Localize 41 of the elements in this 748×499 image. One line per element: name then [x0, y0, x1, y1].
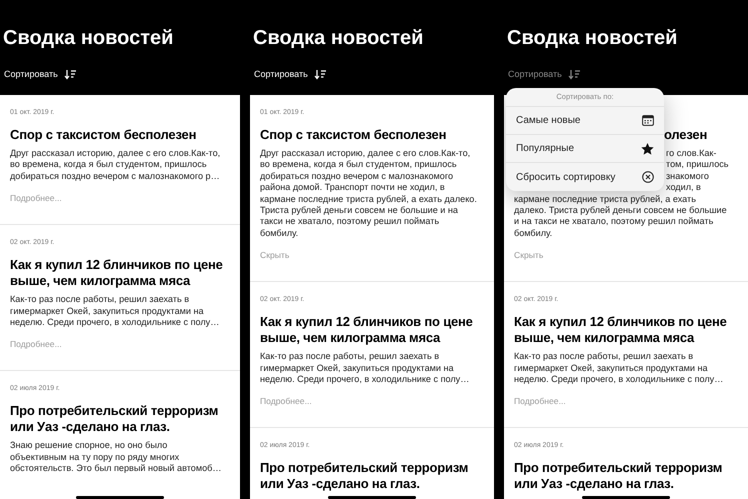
article-text: Как-то раз после работы, решил заехать в гимермаркет Окей, закупиться продуктами на неделю. Среди прочего, в холодильнике с полу… [260, 351, 470, 386]
screen-title: Сводка новостей [507, 26, 678, 51]
article-text-line: и на такси не хватало, поэтому решил поймать [514, 216, 714, 228]
article-text-line: том, пришлось [666, 159, 729, 171]
menu-item[interactable]: Сбросить сортировку [506, 163, 664, 191]
article-title: Как я купил 12 блинчиков по цене выше, чем килограмма мяса [514, 314, 728, 346]
article-text: Как-то раз после работы, решил заехать в гимермаркет Окей, закупиться продуктами на неделю. Среди прочего, в холодильнике с полу… [514, 351, 724, 386]
sort-label[interactable]: Сортировать [254, 67, 308, 81]
screen-title: Сводка новостей [253, 26, 424, 51]
article-text-line: далеко. Триста рублей деньги совсем не большие [514, 205, 727, 216]
article-title: Как я купил 12 блинчиков по цене выше, чем килограмма мяса [10, 257, 224, 290]
sort-label[interactable]: Сортировать [4, 67, 58, 81]
article-text-line: ходил, в [666, 182, 701, 194]
sort-icon [314, 68, 327, 80]
article-title: Спор с таксистом бесполезен [260, 127, 448, 143]
article-text: Знаю решение спорное, но оно было объективным на ту пору по ряду многих обстоятельств. Это был первый новый автомоб… [10, 440, 222, 475]
article-text-line: бомбилу. [514, 228, 552, 240]
menu-item-label: Популярные [516, 142, 574, 156]
article-text-line: го слов.Как- [666, 148, 716, 160]
menu-item-label: Самые новые [516, 114, 580, 128]
article-title: Как я купил 12 блинчиков по цене выше, чем килограмма мяса [260, 314, 474, 346]
screen-title: Сводка новостей [3, 26, 174, 51]
calendar-icon [642, 115, 654, 126]
sort-icon [64, 68, 77, 80]
article-text-line: кармане последние триста рублей, а ехать [514, 194, 696, 206]
article-text: Друг рассказал историю, далее с его слов.Как-то, во времена, когда я был студентом, пришлось добираться поздно вечером с малознакомого р… [10, 148, 222, 182]
star-icon [641, 142, 654, 154]
menu-item-label: Сбросить сортировку [516, 170, 616, 184]
menu-item[interactable]: Самые новые [506, 107, 664, 135]
article-title: Про потребительский терроризм или Уаз -сделано на глаз. [514, 460, 724, 492]
article-title: Про потребительский терроризм или Уаз -сделано на глаз. [260, 460, 470, 492]
sort-label[interactable]: Сортировать [508, 67, 562, 81]
article-title: Про потребительский терроризм или Уаз -сделано на глаз. [10, 403, 220, 436]
sort-icon [568, 68, 581, 80]
article-text: Друг рассказал историю, далее с его слов.Как-то, во времена, когда я был студентом, пришлось добираться поздно вечером с малознакомого района домой. Транспорт почти не ходил, в кармане последние триста рублей, а ехать далеко. Триста рублей деньги совсем не большие и на такси не хватало, поэтому решил поймать бомбилу. [260, 148, 478, 240]
article-title: олезен [664, 127, 708, 143]
close-circle-icon [642, 171, 654, 183]
article-text: Как-то раз после работы, решил заехать в гимермаркет Окей, закупиться продуктами на неделю. Среди прочего, в холодильнике с полу… [10, 294, 220, 328]
menu-item[interactable]: Популярные [506, 135, 664, 163]
article-text-line: знакомого [666, 170, 709, 182]
article-title: Спор с таксистом бесполезен [10, 127, 198, 143]
